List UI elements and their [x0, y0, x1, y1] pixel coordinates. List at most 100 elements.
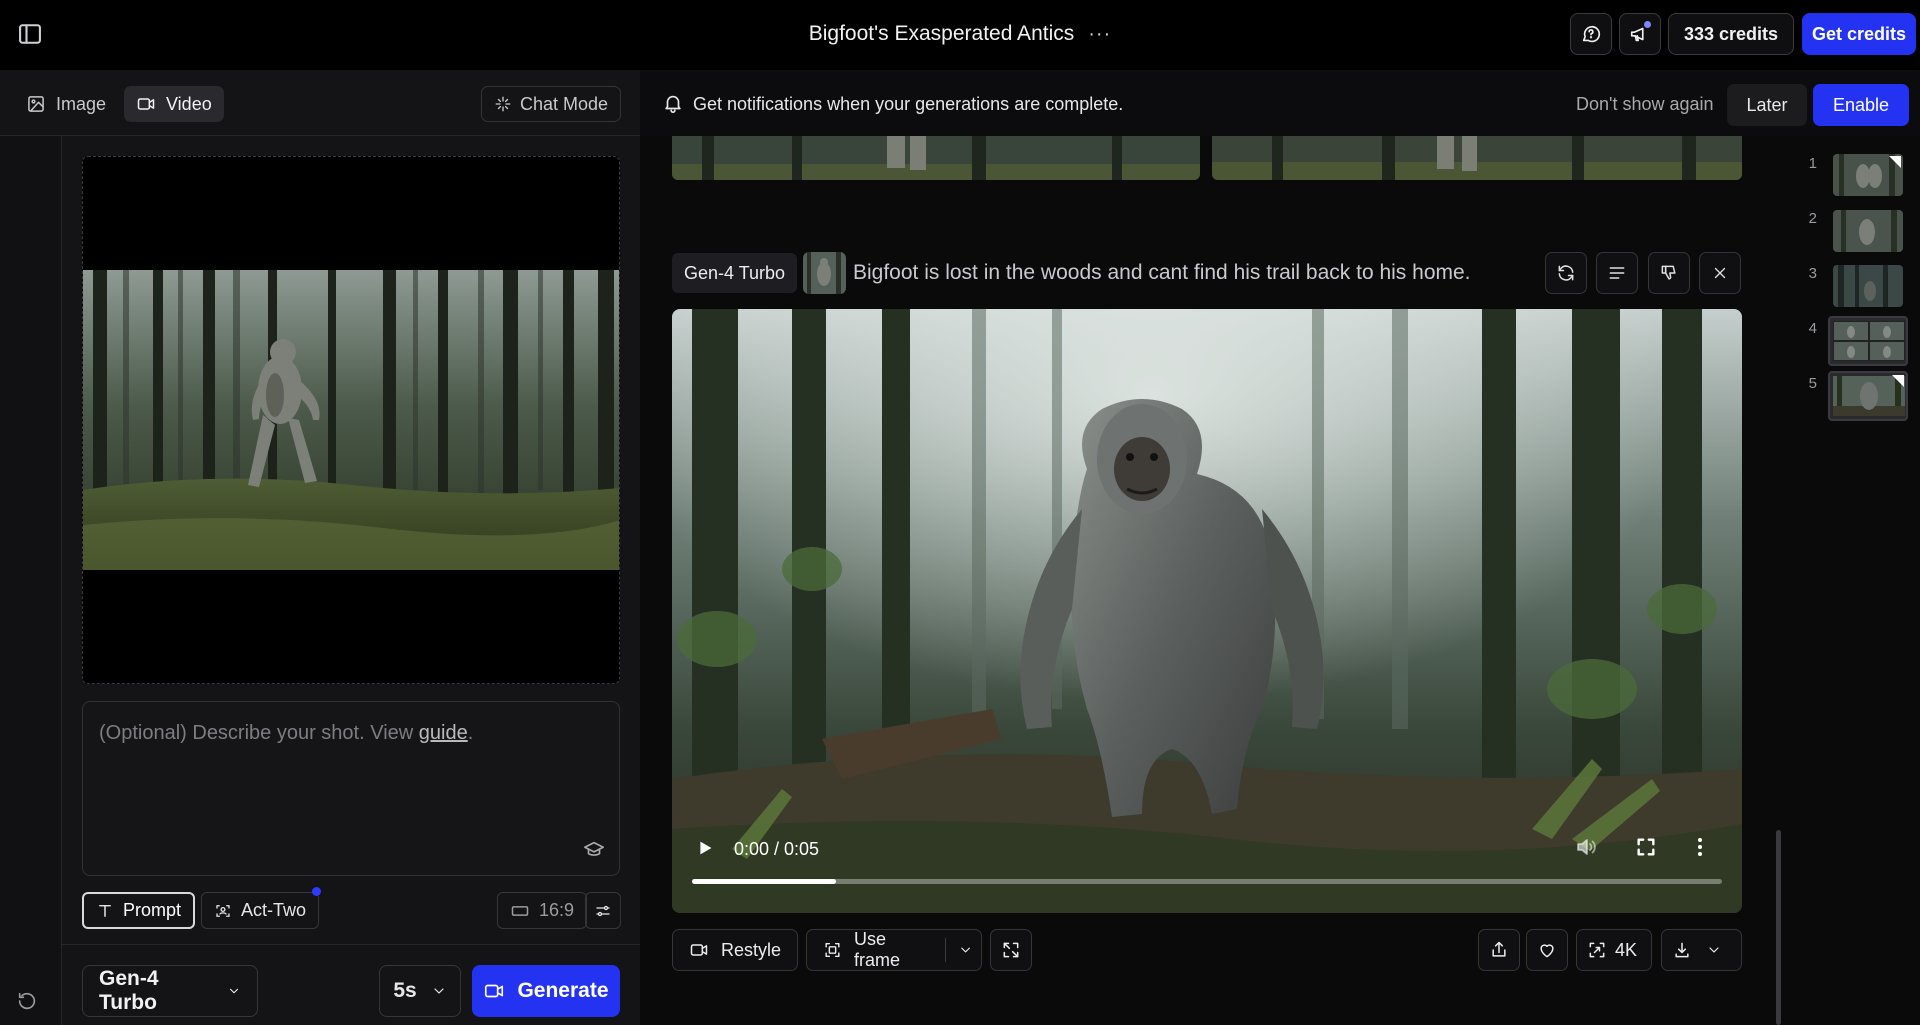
prompt-mode-chip[interactable]: Prompt [82, 892, 196, 929]
announcements-button[interactable] [1619, 13, 1661, 55]
video-camera-icon [690, 944, 708, 956]
refresh-icon [1558, 265, 1574, 281]
settings-chip[interactable] [585, 892, 621, 929]
generation-thumbnail[interactable] [1833, 210, 1903, 252]
history-icon[interactable] [16, 990, 38, 1012]
close-icon [1714, 267, 1726, 279]
aspect-ratio-chip[interactable]: 16:9 [497, 892, 588, 929]
video-marker [1892, 375, 1904, 387]
download-button[interactable] [1661, 929, 1742, 971]
video-camera-icon [137, 98, 155, 110]
video-options-icon[interactable] [1688, 835, 1712, 859]
prompt-period: . [467, 722, 474, 744]
dont-show-again-button[interactable]: Don't show again [1576, 94, 1714, 115]
enable-button[interactable]: Enable [1813, 84, 1909, 126]
previous-generation-frame[interactable] [1212, 136, 1742, 180]
generate-label: Generate [517, 979, 609, 1002]
expand-button[interactable] [990, 929, 1032, 971]
restyle-label: Restyle [720, 939, 781, 960]
duration-select[interactable]: 5s [379, 965, 461, 1017]
project-title[interactable]: Bigfoot's Exasperated Antics [809, 22, 1075, 46]
tab-image[interactable]: Image [14, 86, 118, 122]
prompt-placeholder-text: (Optional) Describe your shot. View [99, 722, 419, 744]
thumbs-down-icon [1661, 265, 1676, 280]
upscale-icon [1589, 942, 1605, 958]
model-select[interactable]: Gen-4 Turbo [82, 965, 258, 1017]
heart-icon [1540, 944, 1554, 958]
face-scan-icon [216, 904, 230, 917]
input-image-dropzone[interactable] [82, 156, 620, 684]
credits-count-button[interactable]: 333 credits [1668, 13, 1794, 55]
more-icon[interactable]: ··· [1088, 23, 1111, 46]
generation-thumbnail-selected[interactable] [1828, 316, 1908, 366]
video-camera-icon [485, 984, 504, 998]
favorite-button[interactable] [1526, 929, 1568, 971]
use-frame-label: Use frame [854, 929, 901, 970]
tab-video[interactable]: Video [124, 86, 224, 122]
fullscreen-icon[interactable] [1635, 836, 1657, 858]
generation-model-badge: Gen-4 Turbo [672, 253, 798, 293]
expand-icon [1003, 942, 1019, 958]
generation-thumbnail[interactable] [1833, 154, 1903, 196]
notification-text: Get notifications when your generations … [693, 94, 1124, 114]
thumbnail-number: 5 [1808, 375, 1817, 392]
dislike-button[interactable] [1648, 252, 1690, 294]
get-credits-button[interactable]: Get credits [1802, 13, 1916, 55]
prompt-textarea[interactable]: (Optional) Describe your shot. View guid… [82, 701, 620, 876]
upscale-4k-button[interactable]: 4K [1576, 929, 1652, 971]
notification-dot [1644, 21, 1651, 28]
model-select-label: Gen-4 Turbo [99, 967, 159, 1014]
chat-feedback-button[interactable] [1570, 13, 1612, 55]
restyle-button[interactable]: Restyle [672, 929, 798, 971]
generation-thumbnail[interactable] [1833, 265, 1903, 307]
details-button[interactable] [1596, 252, 1638, 294]
download-icon [1675, 942, 1689, 958]
previous-generation-frame[interactable] [672, 136, 1200, 180]
chevron-down-icon[interactable] [1706, 942, 1722, 958]
regenerate-button[interactable] [1545, 252, 1587, 294]
guide-link[interactable]: guide [419, 722, 468, 744]
video-marker [1889, 156, 1901, 168]
chevron-down-icon[interactable] [958, 942, 973, 958]
bell-icon [662, 92, 684, 114]
play-icon[interactable] [694, 837, 716, 859]
separator [944, 938, 946, 962]
left-rail [0, 136, 62, 1025]
align-left-icon [1609, 267, 1625, 279]
video-progress-fill [692, 879, 837, 884]
reference-image-thumbnail[interactable] [803, 252, 846, 294]
share-button[interactable] [1478, 929, 1520, 971]
generation-thumbnail-current[interactable] [1828, 371, 1908, 421]
prompt-placeholder: (Optional) Describe your shot. View guid… [99, 722, 473, 745]
scrollbar[interactable] [1776, 830, 1781, 1025]
aspect-ratio-icon [511, 905, 529, 916]
chat-mode-label: Chat Mode [519, 93, 609, 114]
video-player[interactable]: 0:00 / 0:05 [672, 309, 1742, 913]
image-icon [28, 96, 44, 112]
tab-image-label: Image [56, 93, 107, 114]
act-two-chip[interactable]: Act-Two [201, 887, 322, 929]
chat-mode-button[interactable]: Chat Mode [481, 86, 621, 122]
prompt-chip-label: Prompt [123, 900, 182, 920]
sliders-icon [596, 905, 610, 916]
text-icon [99, 904, 111, 917]
thumbnail-number: 3 [1808, 265, 1817, 282]
tab-video-label: Video [166, 93, 212, 114]
share-icon [1492, 941, 1506, 957]
volume-icon[interactable] [1574, 835, 1598, 859]
video-progress-bar[interactable] [692, 879, 1722, 884]
video-frame [672, 309, 1742, 913]
close-button[interactable] [1699, 252, 1741, 294]
later-button[interactable]: Later [1727, 84, 1807, 126]
generate-button[interactable]: Generate [472, 965, 620, 1017]
act-two-chip-label: Act-Two [241, 900, 307, 920]
thumbnail-number: 4 [1808, 320, 1817, 337]
new-badge-dot [312, 887, 322, 896]
thumbnail-number: 2 [1808, 210, 1817, 227]
chat-icon [1582, 25, 1601, 43]
sparkle-icon [495, 96, 511, 112]
graduation-cap-icon[interactable] [583, 839, 605, 861]
thumbnail-number: 1 [1808, 155, 1817, 172]
use-frame-button[interactable]: Use frame [806, 929, 982, 971]
chevron-down-icon [434, 988, 444, 994]
